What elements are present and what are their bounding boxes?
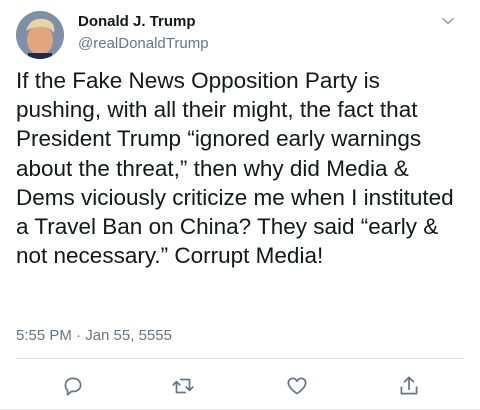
tweet-text: If the Fake News Opposition Party is pus… [16,68,460,269]
user-handle[interactable]: @realDonaldTrump [78,35,209,52]
action-bar [0,370,480,400]
display-name[interactable]: Donald J. Trump [78,13,196,30]
avatar-image [16,11,64,59]
like-icon[interactable] [284,373,310,399]
reply-icon[interactable] [60,373,86,399]
divider [16,358,464,359]
chevron-down-icon[interactable] [441,14,455,28]
avatar[interactable] [16,11,64,59]
tweet-timestamp[interactable]: 5:55 PM · Jan 55, 5555 [16,327,172,344]
share-icon[interactable] [396,373,422,399]
retweet-icon[interactable] [170,373,196,399]
tweet-card: Donald J. Trump @realDonaldTrump If the … [0,0,480,410]
